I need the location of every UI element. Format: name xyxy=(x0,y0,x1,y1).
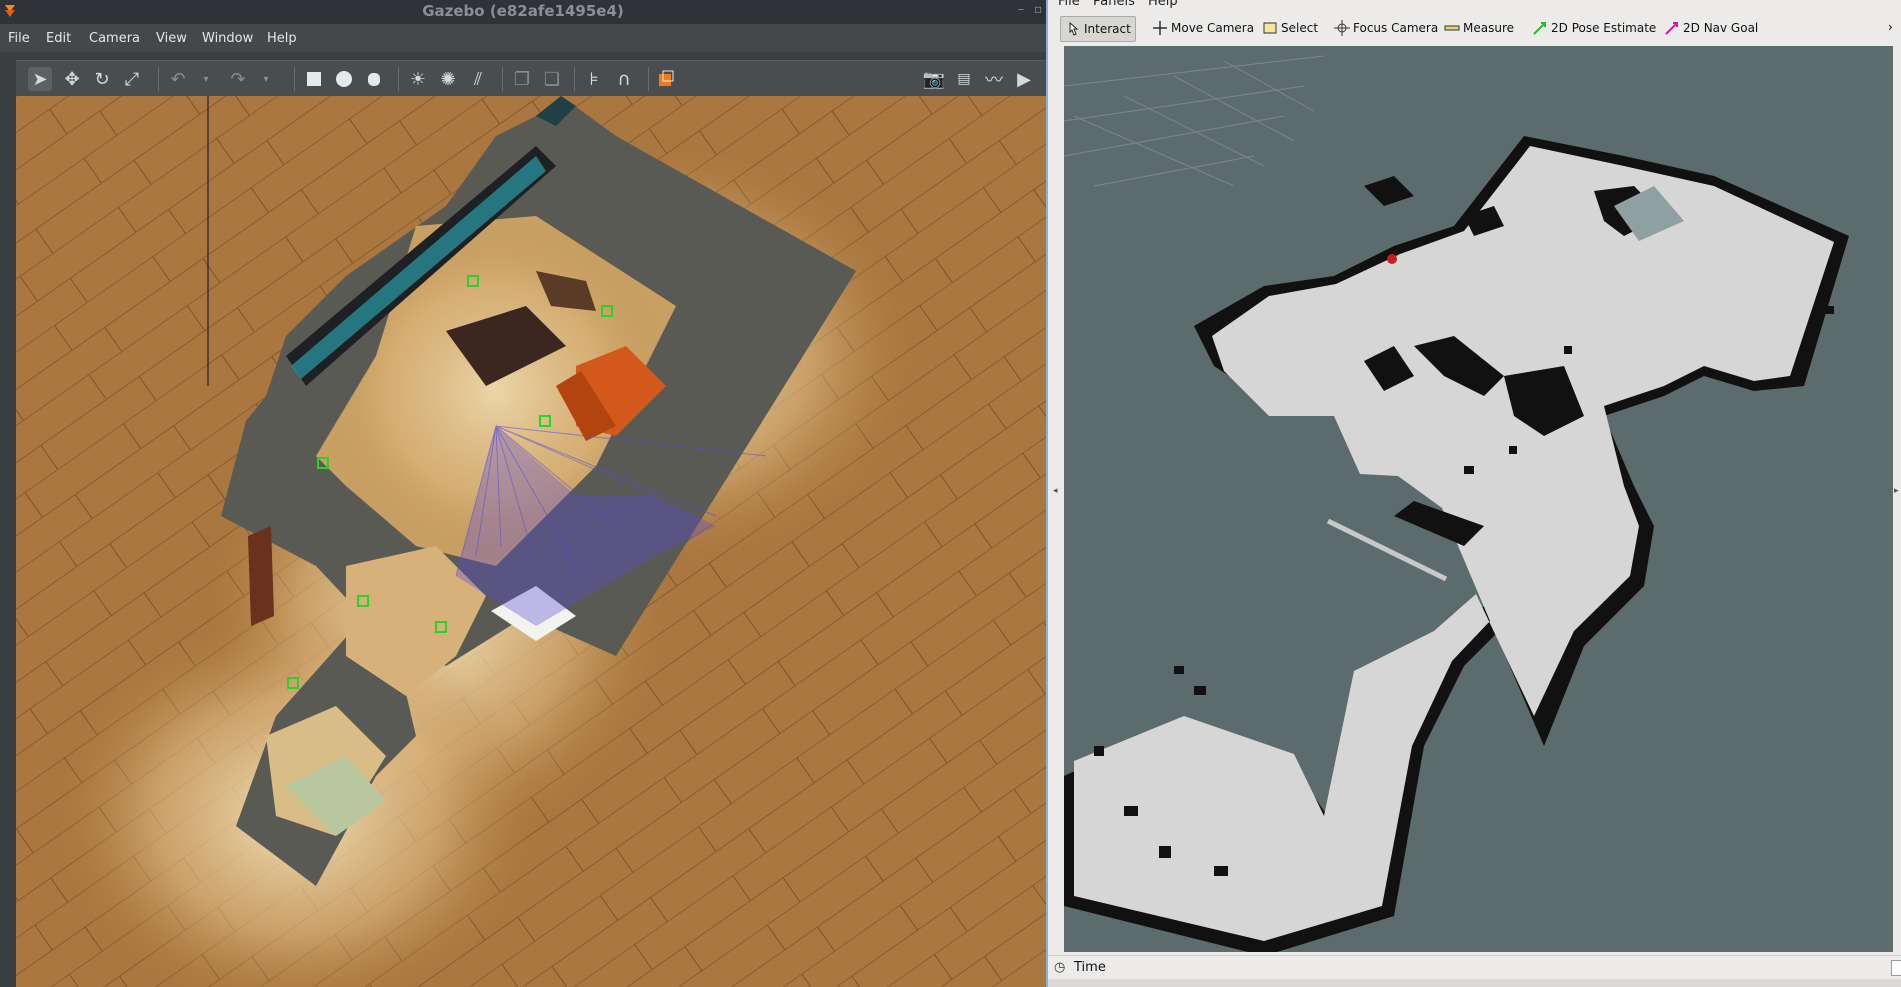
gazebo-titlebar: Gazebo (e82afe1495e4) – ▫ xyxy=(0,0,1046,24)
menu-view[interactable]: View xyxy=(156,31,187,46)
tool-select[interactable]: Select xyxy=(1258,16,1322,40)
tool-label: 2D Pose Estimate xyxy=(1551,21,1657,35)
tool-move-camera[interactable]: Move Camera xyxy=(1148,16,1258,40)
rviz-menu-help[interactable]: Help xyxy=(1148,0,1178,9)
collapse-right-icon[interactable]: ▸ xyxy=(1894,486,1899,496)
cursor-hand-icon xyxy=(1065,21,1081,37)
redo-icon[interactable]: ↷ xyxy=(226,67,250,91)
collapse-left-icon[interactable]: ◂ xyxy=(1053,486,1058,496)
cylinder-shape-icon[interactable] xyxy=(362,67,386,91)
tool-2d-pose-estimate[interactable]: 2D Pose Estimate xyxy=(1528,16,1660,40)
undo-icon[interactable]: ↶ xyxy=(166,67,190,91)
align-icon[interactable]: ⊧ xyxy=(582,67,606,91)
sphere-shape-icon[interactable] xyxy=(332,67,356,91)
select-arrow-icon[interactable]: ➤ xyxy=(28,67,52,91)
rviz-right-splitter[interactable]: ▸ xyxy=(1893,46,1901,952)
restore-icon[interactable]: ▫ xyxy=(1034,2,1042,16)
gazebo-toolbar: ➤ ✥ ↻ ⤢ ↶ ▾ ↷ ▾ ☀ ✺ ⫽ ❐ ❏ ⊧ ∩ 📷 ▤ 〰 ▶ xyxy=(16,60,1046,97)
menu-window[interactable]: Window xyxy=(202,31,253,46)
rotate-icon[interactable]: ↻ xyxy=(90,67,114,91)
green-arrow-icon xyxy=(1532,20,1548,36)
minimize-icon[interactable]: – xyxy=(1018,2,1024,16)
plot-icon[interactable]: 〰 xyxy=(982,67,1006,91)
tool-interact[interactable]: Interact xyxy=(1060,16,1136,42)
spot-light-icon[interactable]: ✺ xyxy=(436,67,460,91)
time-panel-header: ◷ Time xyxy=(1048,955,1901,980)
left-panel-handle[interactable] xyxy=(0,96,16,987)
translate-icon[interactable]: ✥ xyxy=(60,67,84,91)
move-camera-icon xyxy=(1152,20,1168,36)
menu-file[interactable]: File xyxy=(8,31,30,46)
scale-icon[interactable]: ⤢ xyxy=(120,67,144,91)
gazebo-3d-scene[interactable] xyxy=(16,96,1046,987)
tool-2d-nav-goal[interactable]: 2D Nav Goal xyxy=(1660,16,1762,40)
snap-magnet-icon[interactable]: ∩ xyxy=(612,67,636,91)
menu-camera[interactable]: Camera xyxy=(89,31,140,46)
tool-label: 2D Nav Goal xyxy=(1683,21,1759,35)
menu-help[interactable]: Help xyxy=(267,31,297,46)
time-panel-body xyxy=(1048,979,1901,987)
toolbar-overflow-icon[interactable]: › xyxy=(1888,20,1893,34)
rviz-left-splitter[interactable]: ◂ xyxy=(1048,46,1064,952)
rviz-menu-file[interactable]: File xyxy=(1058,0,1080,9)
paste-icon[interactable]: ❏ xyxy=(540,67,564,91)
clock-icon: ◷ xyxy=(1054,960,1066,975)
rviz-menubar: File Panels Help xyxy=(1048,0,1901,10)
time-panel-checkbox[interactable] xyxy=(1891,960,1901,976)
tool-label: Select xyxy=(1281,21,1319,35)
gazebo-menubar: File Edit Camera View Window Help xyxy=(0,24,1046,52)
select-rect-icon xyxy=(1262,20,1278,36)
rviz-tools-toolbar: Interact Move Camera Select Focus Camera… xyxy=(1048,10,1901,47)
rviz-3d-view[interactable] xyxy=(1064,46,1893,952)
ruler-icon xyxy=(1444,20,1460,36)
magenta-arrow-icon xyxy=(1664,20,1680,36)
tool-label: Interact xyxy=(1084,22,1131,36)
screenshot-icon[interactable]: 📷 xyxy=(922,67,946,91)
box-shape-icon[interactable] xyxy=(302,67,326,91)
directional-light-icon[interactable]: ⫽ xyxy=(466,67,490,91)
robot-marker-icon xyxy=(1387,254,1397,264)
view-angle-icon[interactable] xyxy=(656,67,680,91)
window-title: Gazebo (e82afe1495e4) xyxy=(422,2,624,20)
undo-dropdown-icon[interactable]: ▾ xyxy=(194,67,218,91)
tool-measure[interactable]: Measure xyxy=(1440,16,1518,40)
point-light-icon[interactable]: ☀ xyxy=(406,67,430,91)
tool-label: Focus Camera xyxy=(1353,21,1439,35)
time-panel-title: Time xyxy=(1074,960,1106,975)
menu-edit[interactable]: Edit xyxy=(46,31,71,46)
rviz-window: File Panels Help Interact Move Camera Se… xyxy=(1046,0,1901,987)
record-video-icon[interactable]: ▶ xyxy=(1012,67,1036,91)
redo-dropdown-icon[interactable]: ▾ xyxy=(254,67,278,91)
rviz-menu-panels[interactable]: Panels xyxy=(1093,0,1135,9)
tool-label: Move Camera xyxy=(1171,21,1255,35)
tool-focus-camera[interactable]: Focus Camera xyxy=(1330,16,1442,40)
focus-camera-icon xyxy=(1334,20,1350,36)
copy-icon[interactable]: ❐ xyxy=(510,67,534,91)
gazebo-window: Gazebo (e82afe1495e4) – ▫ File Edit Came… xyxy=(0,0,1046,987)
log-icon[interactable]: ▤ xyxy=(952,67,976,91)
tool-label: Measure xyxy=(1463,21,1514,35)
